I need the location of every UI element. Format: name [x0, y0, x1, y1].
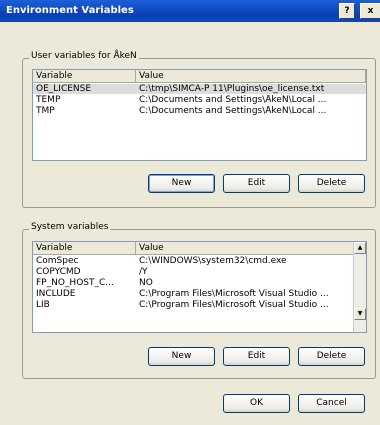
user-delete-button[interactable]: Delete [298, 174, 365, 193]
scroll-down-icon[interactable]: ▼ [354, 308, 366, 320]
user-new-button[interactable]: New [148, 174, 215, 193]
variable-value: C:\Documents and Settings\ÅkeN\Local ... [139, 95, 327, 105]
variable-value: C:\Program Files\Microsoft Visual Studio… [139, 300, 329, 310]
column-header-variable[interactable]: Variable [33, 242, 136, 254]
list-item[interactable]: FP_NO_HOST_C... NO [33, 278, 354, 288]
variable-value: NO [139, 278, 153, 288]
list-header: Variable Value [33, 70, 366, 83]
title-bar[interactable]: Environment Variables ? x [0, 0, 380, 22]
help-button[interactable]: ? [339, 3, 355, 19]
vertical-scrollbar[interactable]: ▲ ▼ [353, 242, 366, 332]
user-edit-button[interactable]: Edit [223, 174, 290, 193]
variable-value: /Y [139, 267, 148, 277]
system-variables-list[interactable]: Variable Value ComSpec C:\WINDOWS\system… [32, 241, 367, 333]
list-item[interactable]: INCLUDE C:\Program Files\Microsoft Visua… [33, 289, 354, 299]
variable-value: C:\tmp\SIMCA-P 11\Plugins\oe_license.txt [139, 84, 325, 94]
list-item[interactable]: OE_LICENSE C:\tmp\SIMCA-P 11\Plugins\oe_… [33, 84, 366, 94]
variable-name: COPYCMD [36, 267, 81, 277]
list-item[interactable]: LIB C:\Program Files\Microsoft Visual St… [33, 300, 354, 310]
system-delete-button[interactable]: Delete [298, 347, 365, 366]
cancel-button[interactable]: Cancel [298, 394, 365, 413]
variable-name: FP_NO_HOST_C... [36, 278, 114, 288]
variable-name: LIB [36, 300, 50, 310]
variable-value: C:\Documents and Settings\ÅkeN\Local ... [139, 106, 327, 116]
system-edit-button[interactable]: Edit [223, 347, 290, 366]
list-item[interactable]: COPYCMD /Y [33, 267, 354, 277]
window-title: Environment Variables [6, 5, 134, 16]
environment-variables-dialog: Environment Variables ? x User variables… [0, 0, 380, 425]
close-button[interactable]: x [360, 3, 380, 19]
column-header-value[interactable]: Value [136, 70, 366, 82]
list-item[interactable]: TMP C:\Documents and Settings\ÅkeN\Local… [33, 106, 366, 116]
column-header-value[interactable]: Value [136, 242, 354, 254]
variable-name: INCLUDE [36, 289, 76, 299]
list-item[interactable]: ComSpec C:\WINDOWS\system32\cmd.exe [33, 256, 354, 266]
scroll-up-icon[interactable]: ▲ [354, 242, 366, 254]
variable-name: TMP [36, 106, 55, 116]
column-header-variable[interactable]: Variable [33, 70, 136, 82]
system-variables-label: System variables [29, 222, 111, 232]
system-new-button[interactable]: New [148, 347, 215, 366]
variable-name: ComSpec [36, 256, 79, 266]
list-item[interactable]: TEMP C:\Documents and Settings\ÅkeN\Loca… [33, 95, 366, 105]
ok-button[interactable]: OK [223, 394, 290, 413]
list-header: Variable Value [33, 242, 354, 255]
variable-name: OE_LICENSE [36, 84, 92, 94]
variable-value: C:\WINDOWS\system32\cmd.exe [139, 256, 287, 266]
variable-value: C:\Program Files\Microsoft Visual Studio… [139, 289, 329, 299]
user-variables-list[interactable]: Variable Value OE_LICENSE C:\tmp\SIMCA-P… [32, 69, 367, 161]
user-variables-label: User variables for ÅkeN [29, 51, 139, 61]
variable-name: TEMP [36, 95, 61, 105]
